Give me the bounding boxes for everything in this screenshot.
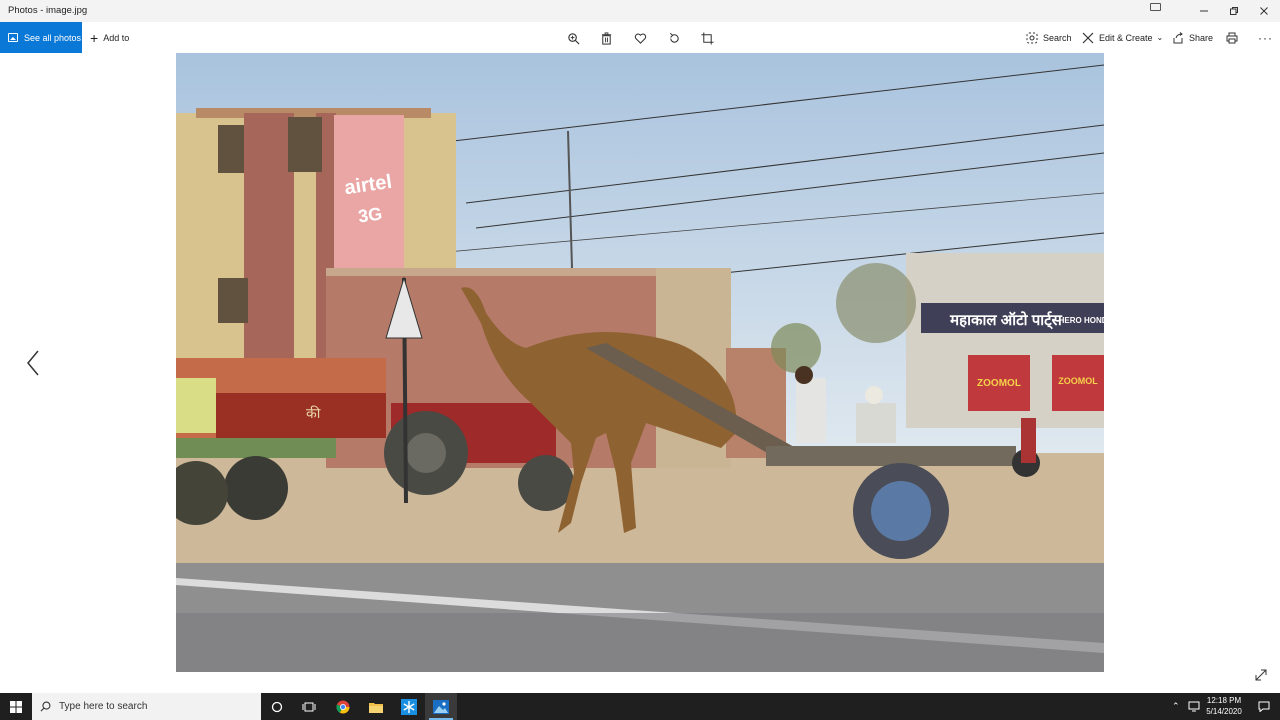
crop-button[interactable] bbox=[697, 28, 717, 48]
restore-icon bbox=[1230, 7, 1238, 15]
chrome-icon bbox=[336, 700, 350, 713]
cast-icon[interactable] bbox=[1150, 3, 1161, 11]
trash-icon bbox=[601, 31, 611, 45]
file-explorer-app[interactable] bbox=[360, 693, 392, 720]
share-icon bbox=[1173, 31, 1183, 43]
share-label: Share bbox=[1189, 32, 1214, 43]
zoomol-sign-1: ZOOMOL bbox=[977, 378, 1021, 389]
previous-photo-button[interactable] bbox=[22, 348, 44, 378]
rotate-icon bbox=[669, 32, 679, 43]
title-bar: Photos - image.jpg bbox=[0, 0, 1280, 22]
photos-app[interactable] bbox=[425, 693, 457, 720]
delete-button[interactable] bbox=[596, 28, 616, 48]
chrome-app[interactable] bbox=[327, 693, 359, 720]
shop-sign-text: महाकाल ऑटो पार्ट्स bbox=[949, 311, 1062, 330]
command-bar: See all photos + Add to Search Edit & Cr… bbox=[0, 22, 1280, 53]
expand-icon bbox=[1255, 669, 1267, 681]
printer-icon bbox=[1226, 32, 1238, 43]
notification-icon bbox=[1258, 701, 1270, 712]
restore-button[interactable] bbox=[1218, 0, 1250, 22]
fullscreen-button[interactable] bbox=[1254, 668, 1272, 686]
minimize-icon bbox=[1200, 10, 1208, 12]
cortana-icon bbox=[271, 701, 283, 712]
snowflake-app-icon bbox=[401, 698, 417, 715]
truck-text: की bbox=[306, 405, 321, 421]
favorite-button[interactable] bbox=[630, 28, 650, 48]
share-button[interactable]: Share bbox=[1172, 22, 1213, 53]
windows-icon bbox=[10, 700, 22, 713]
clock-time: 12:18 PM bbox=[1206, 696, 1242, 705]
folder-icon bbox=[369, 702, 383, 713]
system-tray: ⌃ bbox=[1172, 693, 1200, 720]
notifications-button[interactable] bbox=[1248, 693, 1280, 720]
task-view-icon bbox=[302, 702, 316, 711]
see-all-label: See all photos bbox=[24, 32, 82, 43]
zoomol-sign-2: ZOOMOL bbox=[1058, 376, 1098, 386]
photo-viewer[interactable]: airtel 3G महाकाल ऑटो पार्ट्स HERO HONDA … bbox=[176, 53, 1104, 672]
chevron-down-icon: ⌄ bbox=[1156, 33, 1164, 42]
search-label: Search bbox=[1043, 32, 1072, 43]
window-title: Photos - image.jpg bbox=[8, 5, 88, 16]
cortana-button[interactable] bbox=[261, 693, 293, 720]
search-people-icon bbox=[1026, 32, 1038, 43]
plus-icon: + bbox=[90, 29, 99, 46]
close-button[interactable] bbox=[1248, 0, 1280, 22]
add-to-label: Add to bbox=[103, 32, 130, 43]
shop-sign-right-text: HERO HONDA bbox=[1059, 316, 1104, 325]
search-icon bbox=[40, 701, 51, 712]
taskbar-search-placeholder: Type here to search bbox=[59, 701, 148, 712]
clock-date: 5/14/2020 bbox=[1206, 707, 1242, 716]
more-options-button[interactable]: ··· bbox=[1258, 22, 1273, 53]
close-icon bbox=[1260, 7, 1268, 15]
edit-icon bbox=[1082, 32, 1094, 43]
snipping-app[interactable] bbox=[393, 693, 425, 720]
task-view-button[interactable] bbox=[293, 693, 325, 720]
chevron-up-icon[interactable]: ⌃ bbox=[1172, 701, 1180, 712]
chevron-left-icon bbox=[27, 350, 39, 376]
start-button[interactable] bbox=[0, 693, 32, 720]
system-clock[interactable]: 12:18 PM 5/14/2020 bbox=[1198, 695, 1250, 717]
print-button[interactable] bbox=[1226, 22, 1243, 53]
zoom-icon bbox=[567, 32, 579, 44]
edit-create-label: Edit & Create bbox=[1099, 32, 1153, 43]
airtel-3g-text: 3G bbox=[357, 203, 384, 226]
minimize-button[interactable] bbox=[1188, 0, 1220, 22]
taskbar-search[interactable]: Type here to search bbox=[32, 693, 261, 720]
photos-icon bbox=[8, 33, 18, 42]
more-icon: ··· bbox=[1258, 30, 1273, 45]
heart-icon bbox=[634, 33, 646, 44]
rotate-button[interactable] bbox=[664, 28, 684, 48]
crop-icon bbox=[700, 31, 714, 45]
see-all-photos-button[interactable]: See all photos bbox=[0, 22, 82, 53]
edit-create-button[interactable]: Edit & Create ⌄ bbox=[1082, 22, 1163, 53]
zoom-button[interactable] bbox=[563, 28, 583, 48]
add-to-button[interactable]: + Add to bbox=[90, 22, 129, 53]
photos-app-icon bbox=[433, 699, 449, 714]
search-button[interactable]: Search bbox=[1026, 22, 1072, 53]
taskbar: Type here to search ⌃ 12:18 PM 5/14/2020 bbox=[0, 693, 1280, 720]
photo-image: airtel 3G महाकाल ऑटो पार्ट्स HERO HONDA … bbox=[176, 53, 1104, 672]
